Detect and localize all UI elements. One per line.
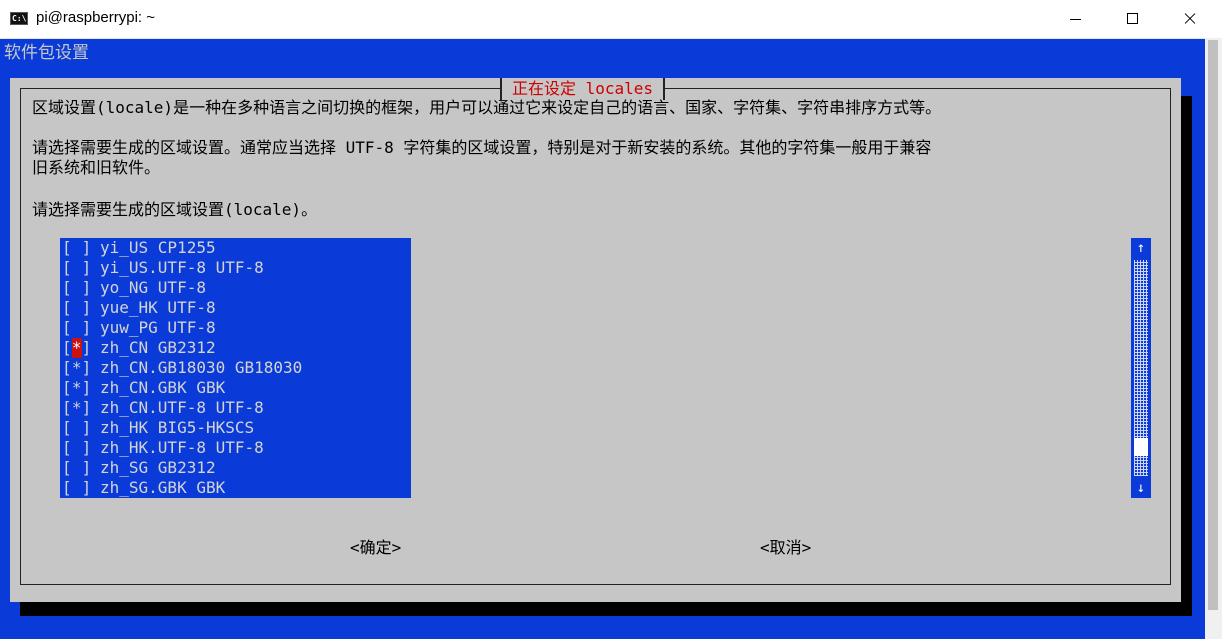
locale-list-item[interactable]: [ ] zh_SG GB2312 <box>60 458 216 478</box>
check-mark: * <box>71 398 82 417</box>
locale-checkbox[interactable]: [ ] <box>60 258 91 278</box>
description-line-3: 旧系统和旧软件。 <box>32 158 161 177</box>
check-mark <box>72 458 82 478</box>
locale-name: zh_HK.UTF-8 UTF-8 <box>100 438 264 457</box>
terminal-app-icon: C:\ <box>10 12 28 25</box>
check-mark <box>72 438 82 458</box>
window-title: pi@raspberrypi: ~ <box>36 9 156 26</box>
locale-checkbox[interactable]: [ ] <box>60 478 91 498</box>
cancel-button[interactable]: <取消> <box>760 538 811 558</box>
locale-list-item[interactable]: [ ] yuw_PG UTF-8 <box>60 318 216 338</box>
check-mark <box>72 318 82 338</box>
scrollbar-thumb[interactable] <box>1134 438 1148 456</box>
locale-checkbox[interactable]: [ ] <box>60 298 91 318</box>
locale-name: yo_NG UTF-8 <box>100 278 206 297</box>
list-scrollbar[interactable]: ↑ ↓ <box>1131 238 1151 498</box>
check-mark: * <box>71 358 82 377</box>
check-mark <box>72 418 82 438</box>
check-mark: * <box>71 378 82 397</box>
scroll-down-arrow-icon[interactable]: ↓ <box>1131 478 1151 498</box>
locale-name: zh_SG.GBK GBK <box>100 478 226 497</box>
locale-name: zh_CN.UTF-8 UTF-8 <box>100 398 264 417</box>
selection-prompt: 请选择需要生成的区域设置(locale)。 <box>32 200 318 219</box>
locale-list-item[interactable]: [*] zh_CN.GBK GBK <box>60 378 225 398</box>
locale-list-item[interactable]: [*] zh_CN GB2312 <box>60 338 216 358</box>
locale-name: yi_US.UTF-8 UTF-8 <box>100 258 264 277</box>
locale-checkbox[interactable]: [ ] <box>60 318 91 338</box>
locale-list-item[interactable]: [ ] yi_US CP1255 <box>60 238 216 258</box>
check-mark <box>72 478 82 498</box>
locale-checkbox[interactable]: [ ] <box>60 458 91 478</box>
shadow-block <box>1181 498 1191 616</box>
locale-list-item[interactable]: [ ] zh_SG.GBK GBK <box>60 478 225 498</box>
locale-name: zh_HK BIG5-HKSCS <box>100 418 255 437</box>
locale-name: zh_SG GB2312 <box>100 458 216 477</box>
check-mark <box>72 298 82 318</box>
locale-list-item[interactable]: [ ] zh_HK BIG5-HKSCS <box>60 418 254 438</box>
check-mark <box>72 258 82 278</box>
locale-list-item[interactable]: [ ] yi_US.UTF-8 UTF-8 <box>60 258 264 278</box>
dialog-title: 正在设定 locales <box>500 78 666 100</box>
locale-list-item[interactable]: [*] zh_CN.UTF-8 UTF-8 <box>60 398 264 418</box>
locales-dialog: 正在设定 locales 区域设置(locale)是一种在多种语言之间切换的框架… <box>10 78 1181 602</box>
locale-name: zh_CN.GB18030 GB18030 <box>100 358 303 377</box>
locale-name: zh_CN.GBK GBK <box>100 378 226 397</box>
minimize-button[interactable] <box>1052 0 1098 38</box>
locale-checkbox[interactable]: [*] <box>60 358 91 378</box>
locale-checkbox[interactable]: [*] <box>60 378 91 398</box>
locale-name: yuw_PG UTF-8 <box>100 318 216 337</box>
locale-checkbox[interactable]: [*] <box>60 338 91 358</box>
locale-name: yue_HK UTF-8 <box>100 298 216 317</box>
description-line-1: 区域设置(locale)是一种在多种语言之间切换的框架，用户可以通过它来设定自己… <box>32 98 942 117</box>
shadow-block <box>1181 458 1191 478</box>
locale-list-item[interactable]: [ ] yo_NG UTF-8 <box>60 278 206 298</box>
description-line-2: 请选择需要生成的区域设置。通常应当选择 UTF-8 字符集的区域设置，特别是对于… <box>32 138 932 157</box>
cursor-mark: * <box>71 338 82 358</box>
ok-button[interactable]: <确定> <box>350 538 401 558</box>
locale-name: zh_CN GB2312 <box>100 338 216 357</box>
locale-list-item[interactable]: [ ] yue_HK UTF-8 <box>60 298 216 318</box>
locale-checkbox[interactable]: [ ] <box>60 278 91 298</box>
terminal-scrollbar-thumb[interactable] <box>1208 40 1218 610</box>
locale-checklist[interactable]: [ ] yi_US CP1255 [ ] yi_US.UTF-8 UTF-8 [ ] yo… <box>60 238 411 498</box>
maximize-button[interactable] <box>1110 0 1156 38</box>
close-button[interactable] <box>1166 0 1212 38</box>
window-titlebar: C:\ pi@raspberrypi: ~ <box>0 0 1222 39</box>
check-mark <box>72 238 82 258</box>
locale-list-item[interactable]: [*] zh_CN.GB18030 GB18030 <box>60 358 302 378</box>
shadow-block <box>1181 98 1191 238</box>
locale-checkbox[interactable]: [*] <box>60 398 91 418</box>
locale-list-item[interactable]: [ ] zh_HK.UTF-8 UTF-8 <box>60 438 264 458</box>
locale-checkbox[interactable]: [ ] <box>60 438 91 458</box>
locale-checkbox[interactable]: [ ] <box>60 238 91 258</box>
backtitle: 软件包设置 <box>4 43 89 63</box>
locale-checkbox[interactable]: [ ] <box>60 418 91 438</box>
check-mark <box>72 278 82 298</box>
shadow-block <box>1181 258 1191 438</box>
scroll-up-arrow-icon[interactable]: ↑ <box>1131 238 1151 258</box>
locale-name: yi_US CP1255 <box>100 238 216 257</box>
